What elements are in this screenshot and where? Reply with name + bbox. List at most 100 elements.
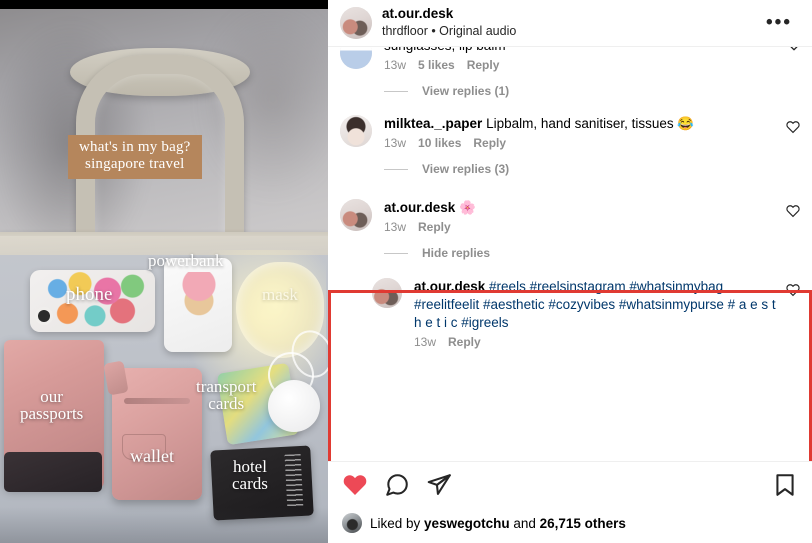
likes-count[interactable]: 26,715 others bbox=[540, 516, 626, 531]
comment-username[interactable]: at.our.desk bbox=[384, 200, 455, 215]
heart-outline-icon[interactable] bbox=[786, 283, 800, 297]
label-passports-line1: our bbox=[40, 387, 63, 406]
comment-message: 🌸 bbox=[459, 200, 476, 215]
comment-reply-button[interactable]: Reply bbox=[467, 58, 500, 72]
avatar[interactable] bbox=[340, 6, 372, 39]
media-letterbox bbox=[0, 0, 328, 9]
avatar-image bbox=[372, 278, 402, 308]
avatar[interactable] bbox=[342, 513, 362, 533]
comment-reply-button[interactable]: Reply bbox=[473, 136, 506, 150]
avatar[interactable] bbox=[340, 115, 372, 147]
bookmark-icon[interactable] bbox=[772, 472, 798, 498]
nested-reply-text: at.our.desk #reels #reelsinstagram #what… bbox=[414, 278, 776, 332]
share-icon[interactable] bbox=[426, 472, 452, 498]
nested-reply-row[interactable]: at.our.desk #reels #reelsinstagram #what… bbox=[328, 270, 812, 349]
avatar[interactable] bbox=[372, 278, 402, 308]
label-wallet: wallet bbox=[130, 446, 174, 466]
instagram-post-screen: what's in my bag? singapore travel power… bbox=[0, 0, 812, 543]
comment-message: Lipbalm, hand sanitiser, tissues 😂 bbox=[486, 116, 695, 131]
post-author-username[interactable]: at.our.desk bbox=[382, 6, 516, 22]
view-replies-label: View replies (1) bbox=[422, 84, 510, 98]
label-transport-line2: cards bbox=[208, 394, 245, 413]
video-title-line2: singapore travel bbox=[85, 156, 185, 172]
chevron-down-icon[interactable] bbox=[787, 47, 801, 55]
post-media-panel[interactable]: what's in my bag? singapore travel power… bbox=[0, 0, 328, 543]
comment-body: at.our.desk 🌸 13w Reply bbox=[384, 199, 802, 234]
divider bbox=[384, 90, 408, 92]
post-actions-bar bbox=[328, 461, 812, 504]
powerbank-sticker bbox=[178, 272, 220, 320]
nested-reply-body: at.our.desk #reels #reelsinstagram #what… bbox=[414, 278, 802, 349]
divider bbox=[384, 168, 408, 170]
comment-time: 13w bbox=[384, 220, 407, 234]
photo-bottom-shadow bbox=[0, 507, 328, 543]
avatar-image bbox=[340, 47, 372, 69]
avatar[interactable] bbox=[340, 47, 372, 69]
likes-summary-row[interactable]: Liked by yeswegotchu and 26,715 others bbox=[328, 504, 812, 543]
view-replies-button[interactable]: View replies (3) bbox=[328, 150, 812, 186]
nested-reply-username[interactable]: at.our.desk bbox=[414, 279, 485, 294]
likes-prefix: Liked by bbox=[370, 515, 425, 531]
heart-outline-icon[interactable] bbox=[786, 204, 800, 218]
view-replies-button[interactable]: View replies (1) bbox=[328, 72, 812, 108]
comment-likes[interactable]: 10 likes bbox=[418, 136, 461, 150]
comment-reply-button[interactable]: Reply bbox=[418, 220, 451, 234]
avatar[interactable] bbox=[340, 199, 372, 231]
avatar-image bbox=[340, 6, 372, 39]
comment-text: at.our.desk 🌸 bbox=[384, 199, 776, 217]
comment-meta: 13w 10 likes Reply bbox=[384, 136, 776, 150]
label-hotel-cards: hotel cards bbox=[232, 458, 268, 492]
comment-body: sunglasses, lip balm 13w 5 likes Reply bbox=[384, 47, 802, 72]
more-options-icon[interactable]: ••• bbox=[762, 12, 796, 34]
comment-text: sunglasses, lip balm bbox=[384, 47, 776, 55]
comment-row[interactable]: sunglasses, lip balm 13w 5 likes Reply bbox=[328, 47, 812, 72]
likes-summary-text: Liked by yeswegotchu and 26,715 others bbox=[370, 516, 626, 531]
comment-time: 13w bbox=[384, 136, 407, 150]
earphone-case-object bbox=[268, 380, 320, 432]
comment-meta: 13w 5 likes Reply bbox=[384, 58, 776, 72]
avatar-image bbox=[340, 199, 372, 231]
avatar-image bbox=[342, 513, 362, 533]
nested-reply-time: 13w bbox=[414, 335, 437, 349]
label-passports-line2: passports bbox=[20, 404, 84, 423]
comment-time: 13w bbox=[384, 58, 407, 72]
video-title-line1: what's in my bag? bbox=[79, 139, 191, 155]
comment-row[interactable]: at.our.desk 🌸 13w Reply bbox=[328, 186, 812, 234]
comment-likes[interactable]: 5 likes bbox=[418, 58, 455, 72]
action-icons bbox=[342, 472, 798, 498]
nested-reply-button[interactable]: Reply bbox=[448, 335, 481, 349]
nested-reply-meta: 13w Reply bbox=[414, 335, 776, 349]
hide-replies-button[interactable]: Hide replies bbox=[328, 234, 812, 270]
post-header: at.our.desk thrdfloor • Original audio •… bbox=[328, 0, 812, 46]
label-hotel-line1: hotel bbox=[232, 457, 267, 476]
heart-filled-icon[interactable] bbox=[342, 472, 368, 498]
video-title-overlay: what's in my bag? singapore travel bbox=[68, 135, 202, 179]
view-replies-label: View replies (3) bbox=[422, 162, 510, 176]
label-mask: mask bbox=[262, 285, 298, 304]
label-transport-cards: transport cards bbox=[196, 378, 256, 412]
avatar-image bbox=[340, 115, 372, 147]
label-transport-line1: transport bbox=[196, 377, 257, 396]
divider bbox=[384, 252, 408, 254]
comment-meta: 13w Reply bbox=[384, 220, 776, 234]
comment-body: milktea._.paper Lipbalm, hand sanitiser,… bbox=[384, 115, 802, 150]
likes-username[interactable]: yeswegotchu bbox=[424, 516, 510, 531]
comment-icon[interactable] bbox=[384, 472, 410, 498]
post-header-text: at.our.desk thrdfloor • Original audio bbox=[382, 6, 516, 39]
label-passports: our passports bbox=[20, 388, 83, 422]
heart-outline-icon[interactable] bbox=[786, 120, 800, 134]
likes-middle: and bbox=[509, 515, 540, 531]
comments-list[interactable]: sunglasses, lip balm 13w 5 likes Reply V… bbox=[328, 46, 812, 461]
comment-text: milktea._.paper Lipbalm, hand sanitiser,… bbox=[384, 115, 776, 133]
label-phone: phone bbox=[66, 284, 113, 305]
comment-row[interactable]: milktea._.paper Lipbalm, hand sanitiser,… bbox=[328, 108, 812, 150]
passport-second-object bbox=[4, 452, 102, 492]
label-hotel-line2: cards bbox=[232, 474, 268, 493]
phone-camera-lens bbox=[38, 310, 50, 322]
post-details-panel: at.our.desk thrdfloor • Original audio •… bbox=[328, 0, 812, 543]
wallet-zipper bbox=[124, 398, 190, 404]
post-audio-label[interactable]: thrdfloor • Original audio bbox=[382, 23, 516, 39]
comment-username[interactable]: milktea._.paper bbox=[384, 116, 482, 131]
label-powerbank: powerbank bbox=[148, 251, 224, 270]
hide-replies-label: Hide replies bbox=[422, 246, 491, 260]
